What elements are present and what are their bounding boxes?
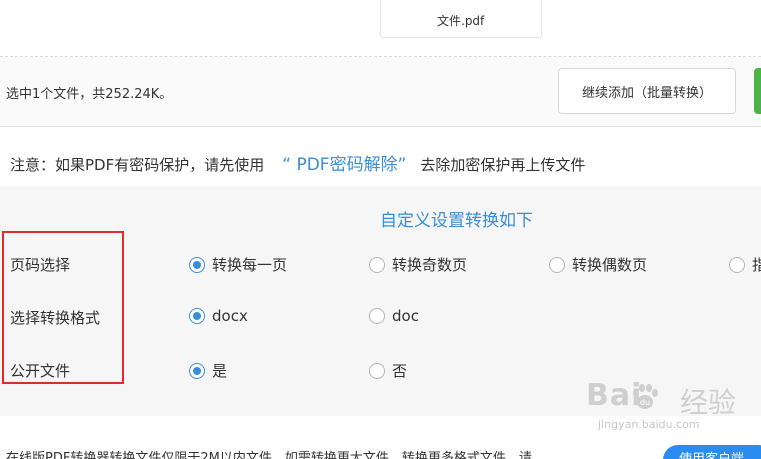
summary-divider bbox=[0, 126, 761, 127]
radio-docx[interactable]: docx bbox=[189, 307, 248, 325]
watermark-jingyan-text: 经验 bbox=[680, 386, 737, 419]
size-limit-notice: 在线版PDF转换器转换文件仅限于2M以内文件，如需转换更大文件，转换更多格式文件… bbox=[6, 451, 532, 459]
radio-checked-icon[interactable] bbox=[189, 308, 205, 324]
radio-unchecked-icon[interactable] bbox=[369, 308, 385, 324]
svg-text:du: du bbox=[640, 398, 650, 407]
radio-unchecked-icon[interactable] bbox=[549, 256, 565, 273]
radio-doc[interactable]: doc bbox=[369, 307, 419, 325]
file-name: 文件.pdf bbox=[437, 14, 485, 28]
radio-label: 转换每一页 bbox=[212, 256, 288, 274]
radio-public-yes[interactable]: 是 bbox=[189, 360, 227, 381]
notice-prefix: 注意：如果PDF有密码保护，请先使用 bbox=[10, 156, 265, 174]
radio-specified-pages[interactable]: 指 bbox=[729, 254, 761, 275]
radio-label: 指 bbox=[752, 256, 761, 274]
watermark-url: jingyan.baidu.com bbox=[598, 418, 700, 431]
radio-checked-icon[interactable] bbox=[189, 256, 205, 273]
notice-suffix: 去除加密保护再上传文件 bbox=[420, 156, 586, 174]
start-convert-button[interactable] bbox=[754, 68, 761, 114]
add-more-button[interactable]: 继续添加（批量转换） bbox=[558, 68, 736, 114]
radio-odd-pages[interactable]: 转换奇数页 bbox=[369, 254, 467, 275]
radio-checked-icon[interactable] bbox=[189, 362, 205, 379]
radio-label: docx bbox=[212, 307, 248, 325]
password-notice: 注意：如果PDF有密码保护，请先使用 “ PDF密码解除” 去除加密保护再上传文件 bbox=[10, 150, 585, 175]
pdf-unlock-link[interactable]: “ PDF密码解除” bbox=[282, 155, 406, 175]
radio-even-pages[interactable]: 转换偶数页 bbox=[549, 254, 647, 275]
baidu-paw-icon: du bbox=[633, 384, 658, 409]
radio-label: 转换奇数页 bbox=[392, 256, 468, 274]
radio-unchecked-icon[interactable] bbox=[729, 256, 745, 273]
radio-unchecked-icon[interactable] bbox=[369, 362, 385, 379]
baidu-jingyan-watermark: Bai du 经验 jingyan.baidu.com bbox=[586, 378, 758, 436]
settings-title: 自定义设置转换如下 bbox=[380, 211, 533, 231]
radio-unchecked-icon[interactable] bbox=[369, 256, 385, 273]
radio-public-no[interactable]: 否 bbox=[369, 360, 407, 381]
radio-label: doc bbox=[392, 307, 419, 325]
radio-every-page[interactable]: 转换每一页 bbox=[189, 254, 287, 275]
use-client-button[interactable]: 使用客户端 bbox=[663, 445, 761, 459]
radio-label: 转换偶数页 bbox=[572, 256, 648, 274]
radio-label: 否 bbox=[392, 362, 408, 380]
upload-zone[interactable]: 文件.pdf bbox=[0, 0, 761, 56]
radio-label: 是 bbox=[212, 362, 228, 380]
selection-summary: 选中1个文件，共252.24K。 bbox=[6, 87, 173, 102]
pdf-converter-page: 文件.pdf 选中1个文件，共252.24K。 继续添加（批量转换） 注意：如果… bbox=[0, 0, 761, 459]
annotation-highlight-box bbox=[2, 231, 124, 384]
